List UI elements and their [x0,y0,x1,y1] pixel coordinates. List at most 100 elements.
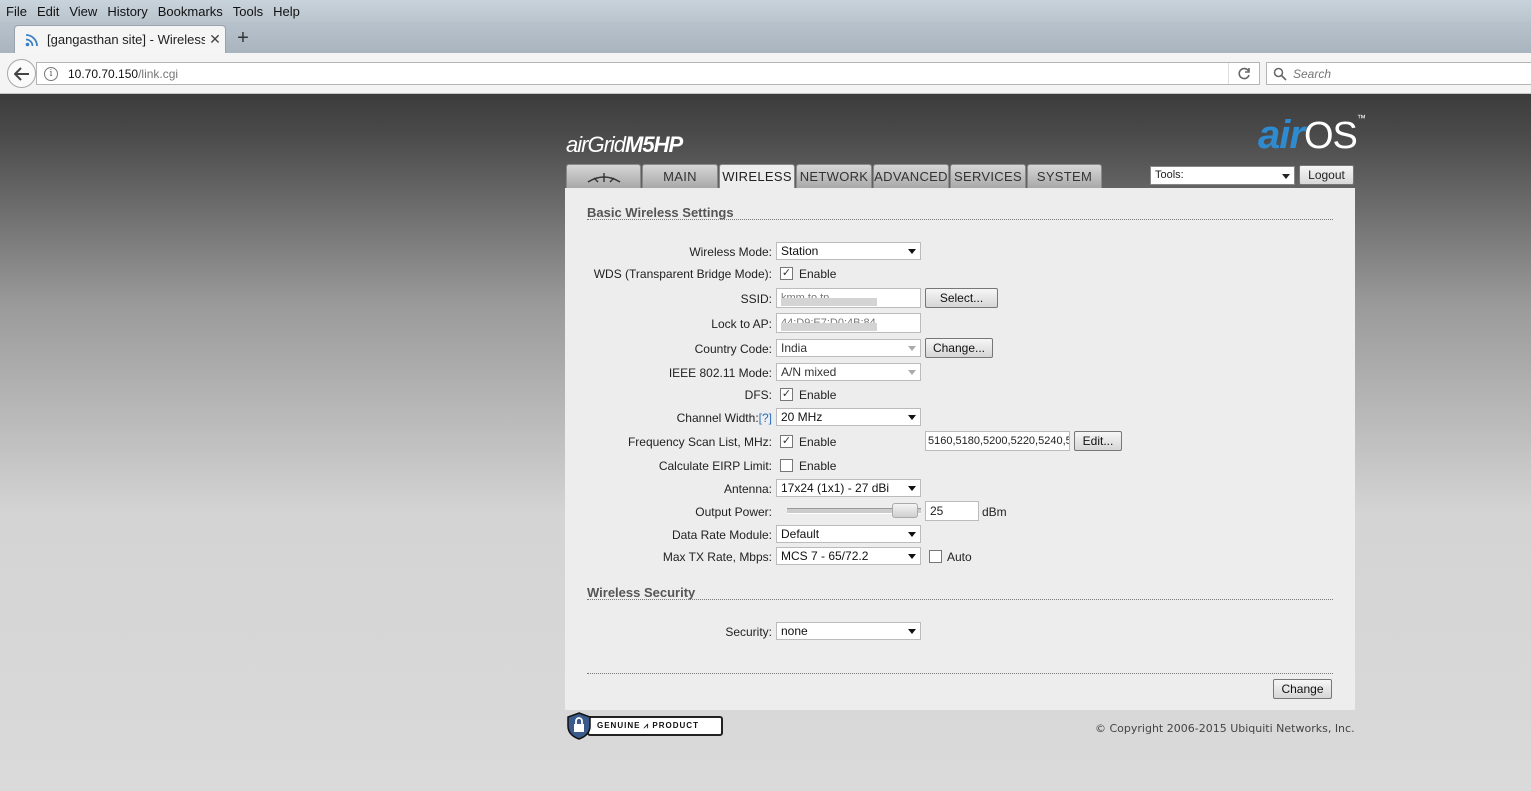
chevron-down-icon [908,629,916,634]
wireless-mode-label: Wireless Mode: [689,245,772,259]
tab-wireless[interactable]: WIRELESS [719,164,795,190]
menu-help[interactable]: Help [269,4,304,19]
ieee-mode-select[interactable]: A/N mixed [776,363,921,381]
tab-ubiquiti-logo[interactable] [566,164,641,188]
ubiquiti-logo-icon [587,172,620,183]
freq-scan-label: Frequency Scan List, MHz: [627,435,772,449]
menu-tools[interactable]: Tools [229,4,267,19]
ssid-select-button[interactable]: Select... [925,288,998,308]
country-code-label: Country Code: [694,342,772,356]
wireless-mode-select[interactable]: Station [776,242,921,260]
channel-width-select[interactable]: 20 MHz [776,408,921,426]
chevron-down-icon [908,415,916,420]
menu-bookmarks[interactable]: Bookmarks [154,4,227,19]
output-power-slider[interactable] [787,503,921,518]
wds-checkbox[interactable]: ✓ [780,267,793,280]
channel-width-label: Channel Width:[?] [677,411,772,425]
output-power-slider-handle[interactable] [892,503,918,518]
output-power-unit: dBm [982,505,1007,519]
antenna-value: 17x24 (1x1) - 27 dBi [781,481,890,495]
change-button[interactable]: Change [1273,679,1332,699]
logout-button[interactable]: Logout [1299,165,1354,185]
channel-width-text: Channel Width: [676,411,759,425]
url-path: /link.cgi [138,66,179,81]
tab-advanced[interactable]: ADVANCED [873,164,949,188]
basic-settings-title: Basic Wireless Settings [587,205,734,220]
browser-tabstrip: [gangasthan site] - Wireless ✕ + [0,22,1531,53]
browser-menubar: File Edit View History Bookmarks Tools H… [0,0,1531,22]
country-code-select[interactable]: India [776,339,921,357]
site-info-icon[interactable]: i [44,66,58,81]
channel-width-value: 20 MHz [781,410,823,424]
channel-width-help-link[interactable]: [?] [759,411,772,425]
airgrid-logo-grid: Grid [587,132,626,157]
tab-network[interactable]: NETWORK [796,164,872,188]
copyright-text: © Copyright 2006-2015 Ubiquiti Networks,… [1095,722,1355,735]
wireless-security-title: Wireless Security [587,585,696,600]
auto-checkbox[interactable] [929,550,942,563]
lock-ap-label: Lock to AP: [711,317,772,331]
menu-view[interactable]: View [65,4,101,19]
max-tx-select[interactable]: MCS 7 - 65/72.2 [776,547,921,565]
tab-main[interactable]: MAIN [642,164,718,188]
menu-file[interactable]: File [2,4,31,19]
airos-logo-os: OS [1303,115,1358,157]
tools-select-value: Tools: [1155,169,1184,181]
airgrid-logo-model: M5HP [625,132,683,157]
menu-history[interactable]: History [103,4,151,19]
freq-scan-checkbox[interactable]: ✓ [780,435,793,448]
back-button[interactable] [7,59,36,88]
airgrid-logo-air: air [566,132,588,157]
output-power-input[interactable]: 25 [925,501,979,521]
lock-ap-input[interactable]: 44:D9:E7:D0:4B:84 [776,313,921,333]
freq-scan-enable-label: Enable [799,435,837,449]
security-value: none [781,624,808,638]
new-tab-button[interactable]: + [232,26,254,50]
airos-logo-air: air [1258,113,1305,157]
back-arrow-icon [13,66,29,81]
chevron-down-icon [908,486,916,491]
browser-navbar: i 10.70.70.150 /link.cgi [0,53,1531,94]
antenna-label: Antenna: [723,482,772,496]
ssid-input[interactable]: kmm to tp [776,288,921,308]
tab-system[interactable]: SYSTEM [1027,164,1102,188]
lock-shield-icon [567,712,591,740]
output-power-label: Output Power: [695,505,772,519]
security-label: Security: [725,625,772,639]
airgrid-logo: airGridM5HP [566,132,683,158]
dfs-checkbox[interactable]: ✓ [780,388,793,401]
freq-scan-input[interactable]: 5160,5180,5200,5220,5240,5 [925,431,1070,451]
tab-services[interactable]: SERVICES [950,164,1026,188]
eirp-label: Calculate EIRP Limit: [658,459,772,473]
country-change-button[interactable]: Change... [925,338,993,358]
wireless-mode-value: Station [781,244,819,258]
chevron-down-icon [908,370,916,375]
security-select[interactable]: none [776,622,921,640]
chevron-down-icon [908,554,916,559]
content-panel: Basic Wireless Settings Wireless Mode: S… [565,188,1355,710]
ssid-redaction [781,298,877,306]
dfs-label: DFS: [744,388,772,402]
wds-enable-label: Enable [799,267,837,281]
reload-button[interactable] [1228,63,1258,84]
tools-select[interactable]: Tools: [1150,166,1295,185]
url-bar[interactable]: i 10.70.70.150 /link.cgi [36,62,1260,85]
menu-edit[interactable]: Edit [33,4,63,19]
browser-tab[interactable]: [gangasthan site] - Wireless ✕ [14,25,226,53]
genuine-product-text: GENUINE ⩘ PRODUCT [587,716,723,736]
eirp-checkbox[interactable] [780,459,793,472]
close-tab-icon[interactable]: ✕ [205,31,225,48]
reload-icon [1237,67,1250,79]
search-icon [1273,67,1287,81]
wds-label: WDS (Transparent Bridge Mode): [593,267,772,281]
ieee-mode-label: IEEE 802.11 Mode: [668,366,772,380]
max-tx-value: MCS 7 - 65/72.2 [781,549,869,563]
ieee-mode-value: A/N mixed [781,365,837,379]
freq-edit-button[interactable]: Edit... [1074,431,1122,451]
search-box[interactable] [1266,62,1531,85]
rss-icon [25,33,38,46]
url-host: 10.70.70.150 [68,66,139,81]
search-input[interactable] [1293,66,1493,81]
data-rate-select[interactable]: Default [776,525,921,543]
antenna-select[interactable]: 17x24 (1x1) - 27 dBi [776,479,921,497]
